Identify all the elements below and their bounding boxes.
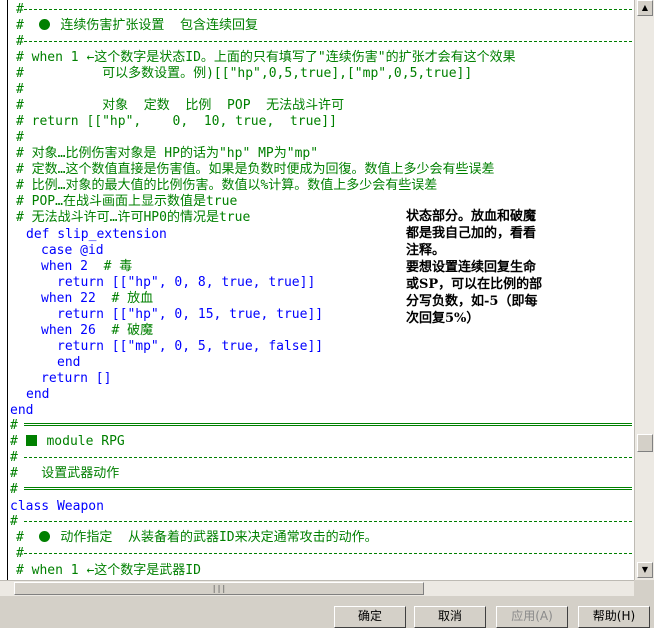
- grip-icon: |||: [211, 584, 227, 593]
- annotation-note: 状态部分。放血和破魔 都是我自己加的，看看 注释。 要想设置连续回复生命 或SP…: [406, 208, 584, 327]
- separator-line: [24, 457, 632, 458]
- cancel-button[interactable]: 取消: [414, 606, 486, 628]
- scrollbar-corner: [634, 580, 654, 596]
- separator-line: [24, 521, 632, 522]
- vertical-scroll-thumb[interactable]: [637, 434, 653, 452]
- code-comment: # 毒: [103, 259, 133, 274]
- code-keyword: when 22: [41, 291, 96, 306]
- separator-line: [24, 41, 632, 42]
- code-line: # 定数…这个数值直接是伤害值。如果是负数时便成为回復。数值上多少会有些误差: [16, 162, 495, 177]
- code-line: # POP…在战斗画面上显示数值是true: [16, 194, 238, 209]
- separator-double-line: [24, 487, 632, 490]
- code-line: #: [10, 450, 18, 465]
- code-line: class Weapon: [10, 499, 104, 514]
- code-line: # 对象…比例伤害对象是 HP的话为"hp" MP为"mp": [16, 146, 319, 161]
- separator-double-line: [24, 423, 632, 426]
- code-line: #: [16, 130, 24, 145]
- code-line: #: [10, 418, 18, 433]
- note-line: 或SP，可以在比例的部: [406, 277, 543, 292]
- note-line: 注释。: [406, 243, 446, 258]
- code-line: return [["mp", 0, 5, true, false]]: [57, 339, 324, 354]
- script-editor[interactable]: # # # # # # # # 连续伤害扩张设置 包含连续回复 # when 1…: [0, 0, 634, 580]
- circle-bullet-icon: [39, 19, 51, 30]
- code-comment: # 放血: [111, 291, 154, 306]
- code-line: #: [16, 82, 24, 97]
- horizontal-scroll-thumb[interactable]: |||: [14, 582, 424, 595]
- section-title-line: # module RPG: [10, 434, 125, 449]
- note-line: 次回复5%）: [406, 311, 480, 326]
- code-line: # return [["hp", 0, 10, true, true]]: [16, 114, 337, 129]
- note-line: 要想设置连续回复生命: [406, 260, 537, 275]
- code-line: end: [57, 355, 81, 370]
- code-keyword: when 2: [41, 259, 88, 274]
- code-line: # 可以多数设置。例)[["hp",0,5,true],["mp",0,5,tr…: [16, 66, 473, 81]
- code-line: # when 1 ←这个数字是状态ID。上面的只有填写了"连续伤害"的扩张才会有…: [16, 50, 516, 65]
- section-title-line: # 连续伤害扩张设置 包含连续回复: [16, 18, 258, 33]
- apply-button[interactable]: 应用(A): [496, 606, 568, 628]
- separator-line: [24, 9, 632, 10]
- code-line: return []: [41, 371, 112, 386]
- section-title: 动作指定 从装备着的武器ID来决定通常攻击的动作。: [60, 530, 378, 545]
- code-line: when 26 # 破魔: [41, 323, 153, 339]
- code-line: #: [16, 546, 24, 561]
- code-line: # when 1 ←这个数字是武器ID: [16, 563, 201, 578]
- note-line: 都是我自己加的，看看: [406, 226, 537, 241]
- circle-bullet-icon: [39, 531, 51, 542]
- code-line: end: [26, 387, 50, 402]
- vertical-scrollbar[interactable]: ▲ ▼: [634, 0, 654, 580]
- code-line: when 22 # 放血: [41, 291, 153, 307]
- code-line: case @id: [41, 243, 104, 258]
- code-comment: # 破魔: [111, 323, 154, 338]
- section-title: module RPG: [46, 434, 125, 449]
- code-line: when 2 # 毒: [41, 259, 132, 275]
- horizontal-scrollbar[interactable]: |||: [0, 580, 634, 596]
- separator-line: [24, 553, 632, 554]
- code-line: #: [16, 34, 24, 49]
- code-line: return [["hp", 0, 15, true, true]]: [57, 307, 324, 322]
- code-line: # 比例…对象的最大值的比例伤害。数值以%计算。数值上多少会有些误差: [16, 178, 438, 193]
- help-button[interactable]: 帮助(H): [578, 606, 650, 628]
- section-title-line: # 动作指定 从装备着的武器ID来决定通常攻击的动作。: [16, 530, 378, 545]
- code-line: # 设置武器动作: [10, 466, 120, 481]
- dialog-button-bar: 确定 取消 应用(A) 帮助(H): [0, 596, 654, 628]
- note-line: 分写负数，如-5（即每: [406, 294, 538, 309]
- code-line: #: [10, 482, 18, 497]
- section-title: 连续伤害扩张设置 包含连续回复: [60, 18, 258, 33]
- code-line: #: [16, 2, 24, 17]
- code-line: #: [10, 514, 18, 529]
- code-line: # 对象 定数 比例 POP 无法战斗许可: [16, 98, 345, 113]
- code-line: end: [10, 403, 34, 418]
- code-line: return [["hp", 0, 8, true, true]]: [57, 275, 316, 290]
- scroll-down-arrow-icon[interactable]: ▼: [637, 562, 653, 578]
- note-line: 状态部分。放血和破魔: [406, 209, 537, 224]
- code-line: # 无法战斗许可…许可HP0的情况是true: [16, 210, 251, 225]
- code-keyword: when 26: [41, 323, 96, 338]
- code-line: def slip_extension: [26, 227, 167, 242]
- fold-gutter-line: [7, 0, 8, 580]
- square-bullet-icon: [25, 435, 37, 446]
- scroll-up-arrow-icon[interactable]: ▲: [637, 0, 653, 16]
- ok-button[interactable]: 确定: [334, 606, 406, 628]
